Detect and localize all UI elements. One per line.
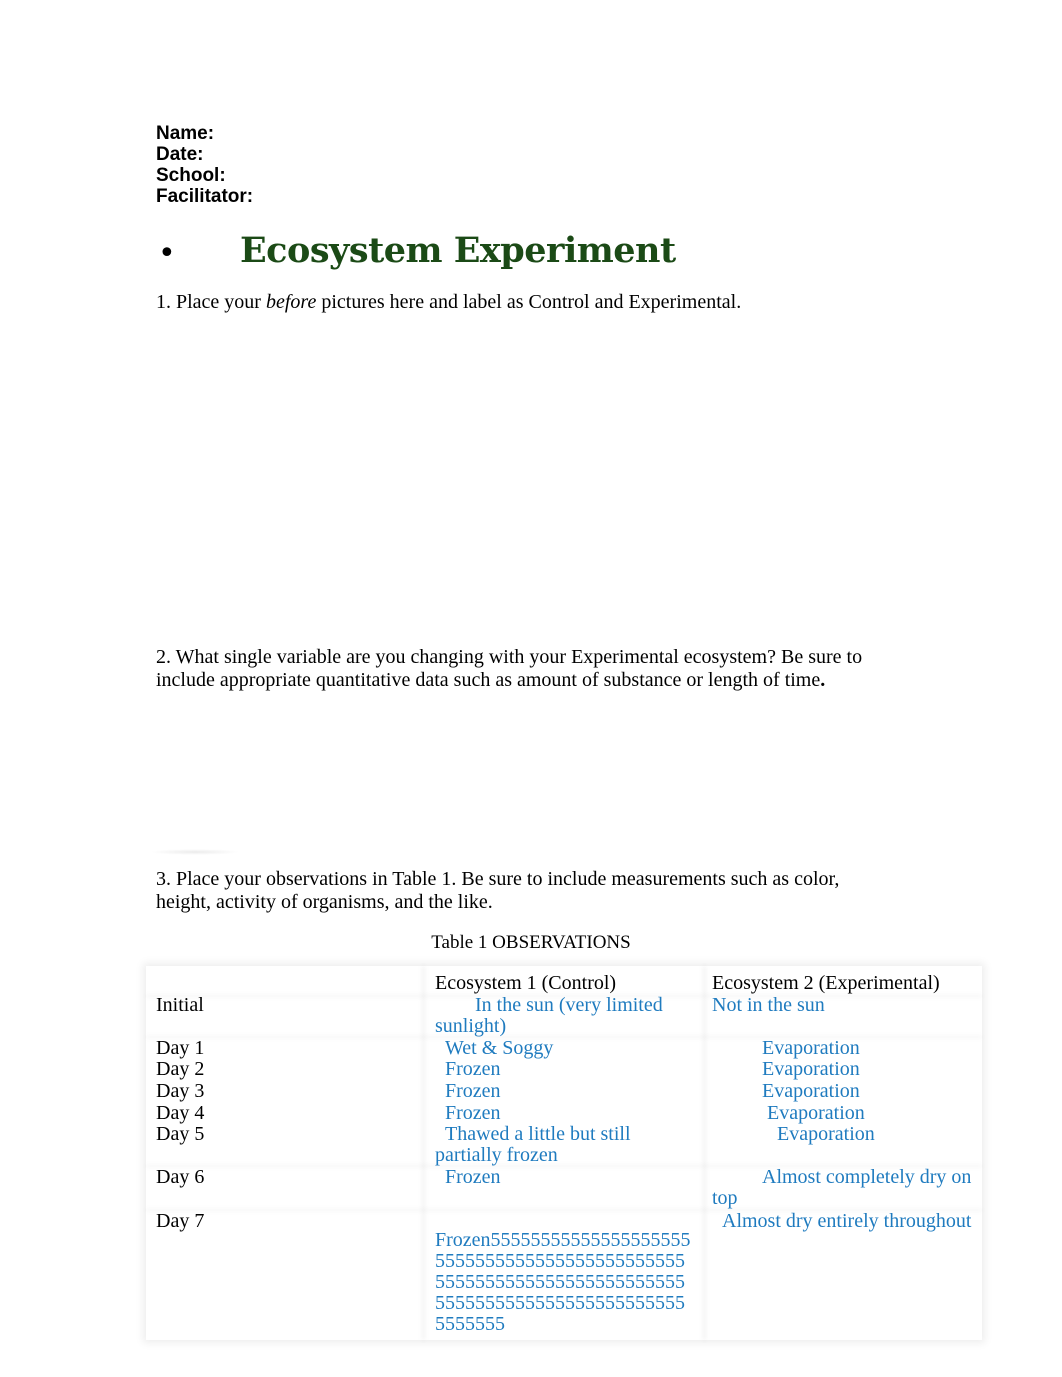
table-header-control: Ecosystem 1 (Control) (435, 972, 617, 994)
question-3: 3. Place your observations in Table 1. B… (156, 868, 916, 914)
row-label-day-5: Day 5 (156, 1123, 205, 1145)
row-label-day-4: Day 4 (156, 1102, 205, 1124)
cell-day-1-experimental: Evaporation (712, 1037, 860, 1059)
table-column-divider (422, 966, 425, 1340)
cell-day-2-experimental: Evaporation (712, 1058, 860, 1080)
row-label-day-7: Day 7 (156, 1210, 205, 1232)
table-column-divider (703, 966, 706, 1340)
row-label-day-1: Day 1 (156, 1037, 205, 1059)
cell-initial-experimental: Not in the sun (712, 994, 825, 1016)
cell-initial-control: In the sun (very limited sunlight) (435, 994, 668, 1037)
cell-day-1-control: Wet & Soggy (435, 1037, 554, 1059)
cell-day-7-control: Frozen5555555555555555555555555555555555… (435, 1229, 691, 1335)
cell-day-7-experimental: Almost dry entirely throughout (712, 1210, 972, 1232)
cell-day-3-experimental: Evaporation (712, 1080, 860, 1102)
facilitator-field-label: Facilitator: (156, 186, 254, 207)
question-2-line-1: 2. What single variable are you changing… (156, 646, 863, 668)
cell-day-6-experimental: Almost completely dry on top (712, 1166, 977, 1209)
page-title: Ecosystem Experiment (240, 230, 676, 271)
question-1-prefix: 1. Place your (156, 291, 266, 313)
question-2: 2. What single variable are you changing… (156, 646, 916, 692)
question-1: 1. Place your before pictures here and l… (156, 291, 916, 314)
row-label-initial: Initial (156, 994, 204, 1016)
cell-day-5-control: Thawed a little but still partially froz… (435, 1123, 636, 1166)
question-1-emphasis: before (265, 291, 317, 313)
cell-day-6-control: Frozen (435, 1166, 501, 1188)
question-2-line-2: include appropriate quantitative data su… (156, 669, 821, 691)
name-field-label: Name: (156, 123, 215, 144)
question-2-period: . (820, 669, 826, 691)
school-field-label: School: (156, 165, 226, 186)
question-1-suffix: pictures here and label as Control and E… (316, 291, 742, 313)
row-label-day-2: Day 2 (156, 1058, 205, 1080)
cell-day-4-control: Frozen (435, 1102, 501, 1124)
bullet-icon: • (158, 236, 176, 271)
date-field-label: Date: (156, 144, 204, 165)
divider-smudge (150, 849, 240, 855)
cell-day-4-experimental: Evaporation (712, 1102, 865, 1124)
question-3-line-2: height, activity of organisms, and the l… (156, 891, 493, 913)
table-caption: Table 1 OBSERVATIONS (431, 932, 631, 953)
cell-day-2-control: Frozen (435, 1058, 501, 1080)
row-label-day-3: Day 3 (156, 1080, 205, 1102)
cell-day-5-experimental: Evaporation (712, 1123, 875, 1145)
cell-day-3-control: Frozen (435, 1080, 501, 1102)
row-label-day-6: Day 6 (156, 1166, 205, 1188)
question-3-line-1: 3. Place your observations in Table 1. B… (156, 868, 840, 890)
table-header-experimental: Ecosystem 2 (Experimental) (712, 972, 940, 994)
